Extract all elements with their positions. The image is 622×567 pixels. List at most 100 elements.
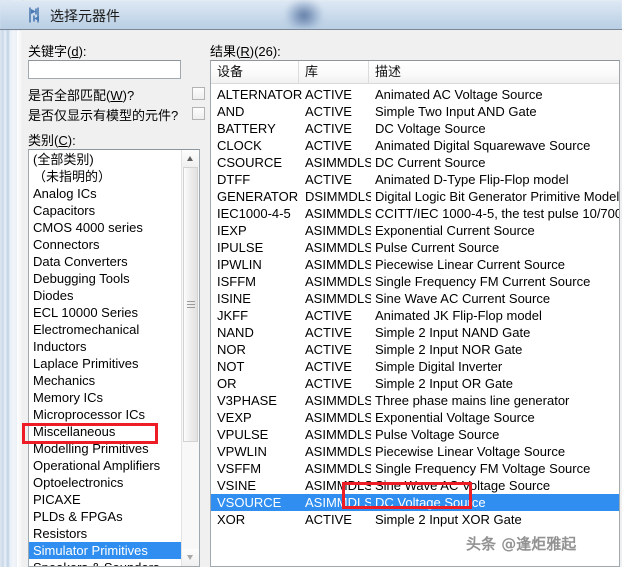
cell-library: ACTIVE (305, 171, 371, 188)
cell-library: ASIMMDLS (305, 443, 371, 460)
cell-description: Exponential Voltage Source (375, 409, 619, 426)
category-item[interactable]: Resistors (29, 525, 181, 542)
cell-device: XOR (217, 511, 303, 528)
cell-description: Sine Wave AC Voltage Source (375, 477, 619, 494)
category-item[interactable]: PLDs & FPGAs (29, 508, 181, 525)
only-modelled-checkbox[interactable] (192, 107, 205, 120)
results-row[interactable]: ISFFMASIMMDLSSingle Frequency FM Current… (211, 273, 619, 290)
category-item[interactable]: Data Converters (29, 253, 181, 270)
cell-device: VPWLIN (217, 443, 303, 460)
results-row[interactable]: BATTERYACTIVEDC Voltage Source (211, 120, 619, 137)
category-item-selected[interactable]: Simulator Primitives (29, 542, 181, 559)
results-rows: ALTERNATORACTIVEAnimated AC Voltage Sour… (211, 86, 619, 528)
results-row[interactable]: VSFFMASIMMDLSSingle Frequency FM Voltage… (211, 460, 619, 477)
results-row[interactable]: ISINEASIMMDLSSine Wave AC Current Source (211, 290, 619, 307)
component-picker-icon (27, 6, 45, 24)
cell-library: ASIMMDLS (305, 256, 371, 273)
cell-library: ACTIVE (305, 86, 371, 103)
results-row[interactable]: IEC1000-4-5ASIMMDLSCCITT/IEC 1000-4-5, t… (211, 205, 619, 222)
cell-description: Simple Digital Inverter (375, 358, 619, 375)
cell-device: VSINE (217, 477, 303, 494)
category-item[interactable]: (全部类别) (29, 151, 181, 168)
category-listbox[interactable]: (全部类别)（未指明的）Analog ICsCapacitorsCMOS 400… (28, 149, 200, 567)
cell-library: ACTIVE (305, 324, 371, 341)
cell-device: VSFFM (217, 460, 303, 477)
results-row[interactable]: VSINEASIMMDLSSine Wave AC Voltage Source (211, 477, 619, 494)
category-item[interactable]: PICAXE (29, 491, 181, 508)
results-row[interactable]: XORACTIVESimple 2 Input XOR Gate (211, 511, 619, 528)
category-scroll-thumb[interactable] (183, 167, 198, 442)
category-item[interactable]: Debugging Tools (29, 270, 181, 287)
results-row[interactable]: IPWLINASIMMDLSPiecewise Linear Current S… (211, 256, 619, 273)
results-row[interactable]: CLOCKACTIVEAnimated Digital Squarewave S… (211, 137, 619, 154)
category-label: 类别(C): (28, 130, 76, 149)
cell-library: ACTIVE (305, 103, 371, 120)
category-item[interactable]: CMOS 4000 series (29, 219, 181, 236)
category-item[interactable]: Capacitors (29, 202, 181, 219)
results-row[interactable]: GENERATORDSIMMDLSDigital Logic Bit Gener… (211, 188, 619, 205)
category-item[interactable]: Speakers & Sounders (29, 559, 181, 567)
cell-library: ACTIVE (305, 120, 371, 137)
results-row[interactable]: NORACTIVESimple 2 Input NOR Gate (211, 341, 619, 358)
category-scroll-down-button[interactable] (182, 549, 199, 566)
results-row[interactable]: JKFFACTIVEAnimated JK Flip-Flop model (211, 307, 619, 324)
category-scrollbar[interactable] (181, 150, 199, 566)
results-row[interactable]: IEXPASIMMDLSExponential Current Source (211, 222, 619, 239)
results-label: 结果(R)(26): (210, 41, 281, 60)
category-item[interactable]: Operational Amplifiers (29, 457, 181, 474)
cell-description: Single Frequency FM Voltage Source (375, 460, 619, 477)
category-item[interactable]: Diodes (29, 287, 181, 304)
results-row[interactable]: NOTACTIVESimple Digital Inverter (211, 358, 619, 375)
category-item[interactable]: Optoelectronics (29, 474, 181, 491)
column-header-library[interactable]: 库 (299, 61, 369, 83)
category-scroll-up-button[interactable] (182, 150, 199, 167)
cell-device: GENERATOR (217, 188, 303, 205)
results-row[interactable]: ALTERNATORACTIVEAnimated AC Voltage Sour… (211, 86, 619, 103)
category-item[interactable]: （未指明的） (29, 168, 181, 185)
cell-library: ASIMMDLS (305, 222, 371, 239)
cell-library: ACTIVE (305, 511, 371, 528)
cell-description: DC Voltage Source (375, 494, 619, 511)
cell-description: Pulse Current Source (375, 239, 619, 256)
cell-device: VEXP (217, 409, 303, 426)
results-row-selected[interactable]: VSOURCEASIMMDLSDC Voltage Source (211, 494, 619, 511)
category-item[interactable]: Connectors (29, 236, 181, 253)
category-item[interactable]: Inductors (29, 338, 181, 355)
cell-description: Animated JK Flip-Flop model (375, 307, 619, 324)
category-item[interactable]: Microprocessor ICs (29, 406, 181, 423)
cell-device: CSOURCE (217, 154, 303, 171)
results-row[interactable]: V3PHASEASIMMDLSThree phase mains line ge… (211, 392, 619, 409)
cell-device: JKFF (217, 307, 303, 324)
watermark: 头条 @逢炬雅起 (466, 533, 576, 554)
category-item[interactable]: Miscellaneous (29, 423, 181, 440)
cell-description: DC Voltage Source (375, 120, 619, 137)
dialog-content: 关键字(d): 是否全部匹配(W)? 是否仅显示有模型的元件? 类别(C): (… (22, 30, 622, 567)
column-header-device[interactable]: 设备 (211, 61, 299, 83)
category-item[interactable]: Laplace Primitives (29, 355, 181, 372)
category-item[interactable]: Memory ICs (29, 389, 181, 406)
results-row[interactable]: CSOURCEASIMMDLSDC Current Source (211, 154, 619, 171)
cell-description: Animated AC Voltage Source (375, 86, 619, 103)
results-row[interactable]: NANDACTIVESimple 2 Input NAND Gate (211, 324, 619, 341)
cell-device: ALTERNATOR (217, 86, 303, 103)
cell-library: ASIMMDLS (305, 426, 371, 443)
category-item[interactable]: Analog ICs (29, 185, 181, 202)
category-item[interactable]: Mechanics (29, 372, 181, 389)
cell-device: ISINE (217, 290, 303, 307)
results-row[interactable]: ANDACTIVESimple Two Input AND Gate (211, 103, 619, 120)
category-item[interactable]: ECL 10000 Series (29, 304, 181, 321)
window-title: 选择元器件 (50, 6, 120, 26)
category-item[interactable]: Modelling Primitives (29, 440, 181, 457)
match-all-checkbox[interactable] (192, 87, 205, 100)
results-listview[interactable]: 设备 库 描述 ALTERNATORACTIVEAnimated AC Volt… (210, 60, 620, 567)
results-row[interactable]: IPULSEASIMMDLSPulse Current Source (211, 239, 619, 256)
column-header-description[interactable]: 描述 (369, 61, 619, 83)
results-row[interactable]: ORACTIVESimple 2 Input OR Gate (211, 375, 619, 392)
results-row[interactable]: VPWLINASIMMDLSPiecewise Linear Voltage S… (211, 443, 619, 460)
results-row[interactable]: VEXPASIMMDLSExponential Voltage Source (211, 409, 619, 426)
keyword-label: 关键字(d): (28, 41, 87, 60)
keyword-input[interactable] (28, 60, 181, 79)
results-row[interactable]: DTFFACTIVEAnimated D-Type Flip-Flop mode… (211, 171, 619, 188)
results-row[interactable]: VPULSEASIMMDLSPulse Voltage Source (211, 426, 619, 443)
category-item[interactable]: Electromechanical (29, 321, 181, 338)
